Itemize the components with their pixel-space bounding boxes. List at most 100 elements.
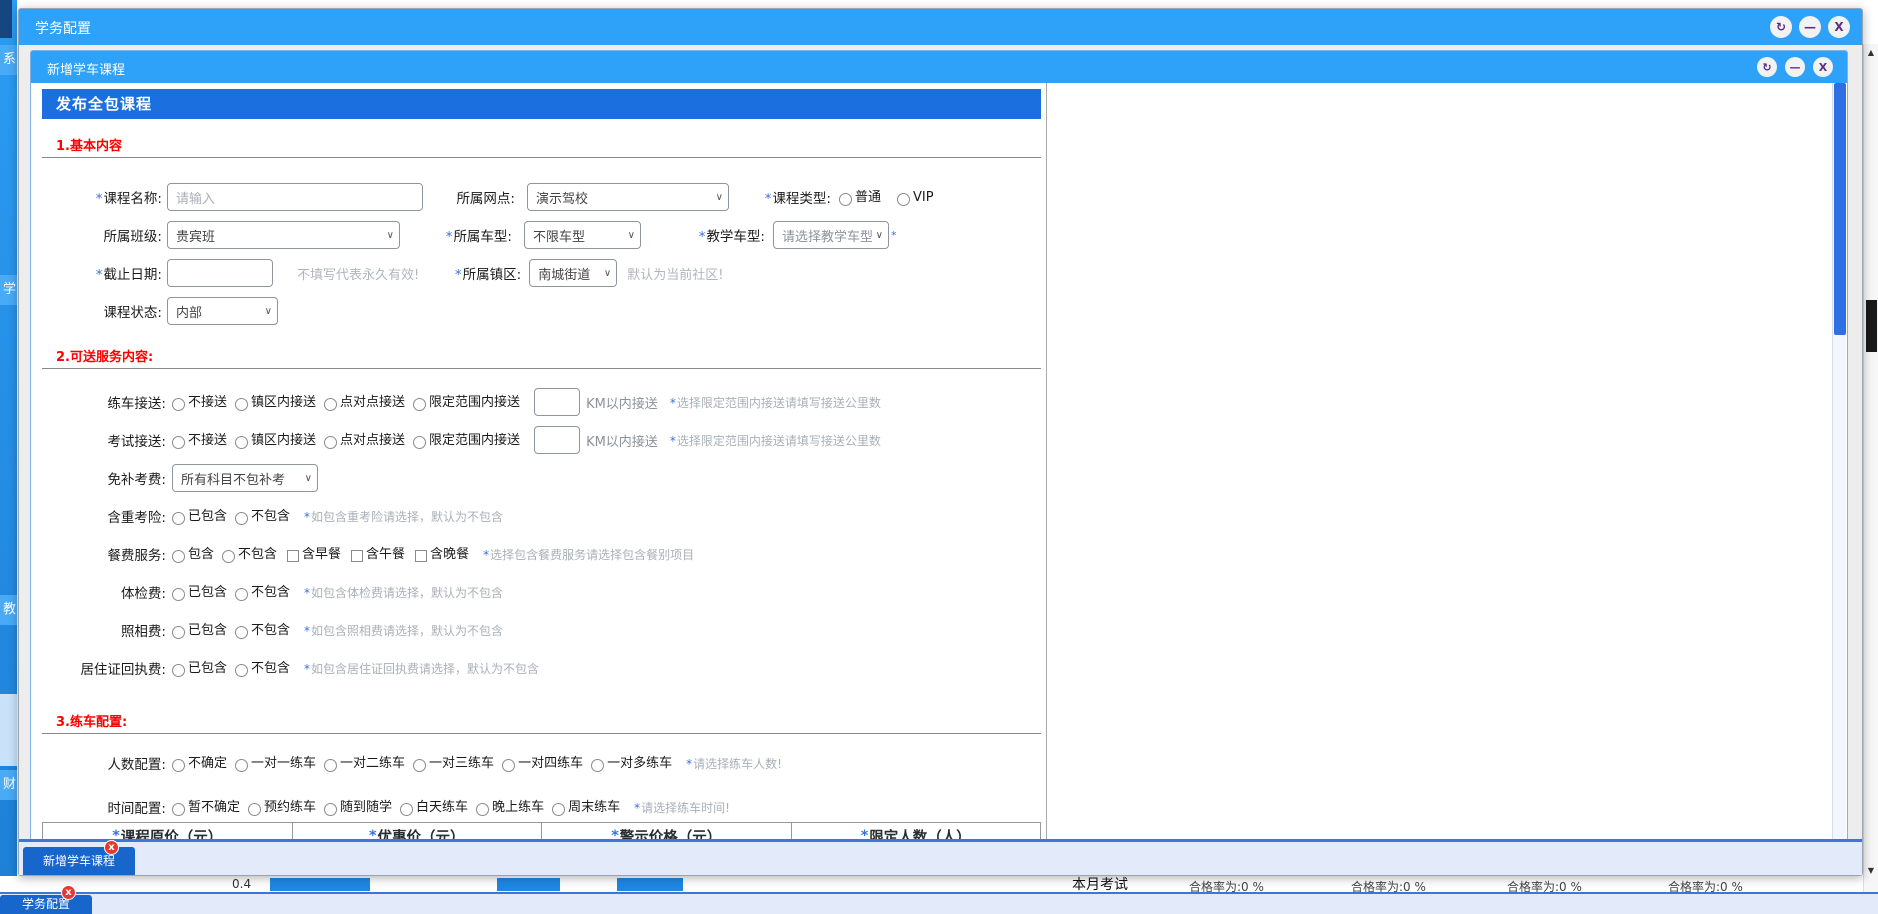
inner-titlebar[interactable]: 新增学车课程 ↻ — X: [31, 51, 1847, 83]
meal-check-dinner[interactable]: 含晚餐: [415, 546, 469, 563]
practice-pickup-radio-none[interactable]: 不接送: [172, 394, 227, 411]
course-type-radio-normal[interactable]: 普通: [839, 189, 881, 206]
people-radio-4[interactable]: 一对四练车: [502, 755, 583, 772]
inner-window-title: 新增学车课程: [47, 59, 125, 78]
photo-radio-included[interactable]: 已包含: [172, 622, 227, 639]
outer-close-button[interactable]: X: [1828, 16, 1850, 38]
scroll-down-icon[interactable]: ▼: [1864, 866, 1878, 875]
practice-pickup-radio-town[interactable]: 镇区内接送: [235, 394, 316, 411]
form-row-basic-2: 所属班级: 贵宾班∨ *所属车型: 不限车型∨ *教学车型: 请选择教学车型∨ …: [42, 220, 1046, 250]
people-radio-2[interactable]: 一对二练车: [324, 755, 405, 772]
exam-pickup-km-input[interactable]: [534, 426, 580, 454]
sidebar-item-academic[interactable]: 学: [0, 275, 17, 305]
form-row-time-config: 时间配置: 暂不确定 预约练车 随到随学 白天练车 晚上练车 周末练车 *请选择…: [42, 792, 1046, 822]
car-type-select[interactable]: 不限车型∨: [524, 221, 641, 249]
close-icon: x: [108, 842, 114, 853]
inner-minimize-button[interactable]: —: [1785, 57, 1805, 77]
tab-close-badge[interactable]: x: [104, 840, 119, 855]
radio-icon: [235, 398, 248, 411]
scroll-up-icon[interactable]: ▲: [1864, 48, 1878, 57]
inner-close-button[interactable]: X: [1813, 57, 1833, 77]
form-row-photo: 照相费: 已包含 不包含 *如包含照相费请选择，默认为不包含: [42, 615, 1046, 645]
tab-close-badge[interactable]: x: [61, 885, 76, 900]
radio-icon: [476, 803, 489, 816]
time-radio-4[interactable]: 晚上练车: [476, 799, 544, 816]
sidebar-item-label: 财: [3, 777, 16, 792]
retake-insurance-radio-included[interactable]: 已包含: [172, 508, 227, 525]
physical-radio-excluded[interactable]: 不包含: [235, 584, 290, 601]
branch-select[interactable]: 演示驾校∨: [527, 183, 729, 211]
price-table-header-discount: *优惠价（元）: [293, 823, 543, 839]
people-radio-3[interactable]: 一对三练车: [413, 755, 494, 772]
course-name-label: *课程名称:: [42, 187, 162, 207]
meal-radio-included[interactable]: 包含: [172, 546, 214, 563]
practice-pickup-radio-p2p[interactable]: 点对点接送: [324, 394, 405, 411]
practice-pickup-km-input[interactable]: [534, 388, 580, 416]
radio-icon: [172, 759, 185, 772]
taskbar-tab-academic-config[interactable]: 学务配置: [0, 895, 92, 914]
meal-check-lunch[interactable]: 含午餐: [351, 546, 405, 563]
sidebar-item-system[interactable]: 系: [0, 45, 17, 75]
district-select[interactable]: 南城街道∨: [529, 259, 617, 287]
sidebar-item-finance[interactable]: 财: [0, 770, 17, 800]
sidebar-item-label: 教: [3, 602, 16, 617]
retake-fee-select[interactable]: 所有科目不包补考∨: [172, 464, 318, 492]
time-radio-2[interactable]: 随到随学: [324, 799, 392, 816]
inner-refresh-button[interactable]: ↻: [1757, 57, 1777, 77]
meal-radio-excluded[interactable]: 不包含: [222, 546, 277, 563]
exam-pickup-radio-p2p[interactable]: 点对点接送: [324, 432, 405, 449]
outer-refresh-button[interactable]: ↻: [1770, 16, 1792, 38]
exam-pickup-label: 考试接送:: [42, 430, 166, 450]
physical-radio-included[interactable]: 已包含: [172, 584, 227, 601]
class-select[interactable]: 贵宾班∨: [167, 221, 400, 249]
form-row-residence: 居住证回执费: 已包含 不包含 *如包含居住证回执费请选择，默认为不包含: [42, 653, 1046, 683]
deadline-input[interactable]: [167, 259, 273, 287]
residence-radio-excluded[interactable]: 不包含: [235, 660, 290, 677]
people-radio-1[interactable]: 一对一练车: [235, 755, 316, 772]
sidebar-item-teaching[interactable]: 教: [0, 595, 17, 625]
price-table: *课程原价（元） *优惠价（元） *警示价格（元） *限定人数（人）: [42, 822, 1041, 839]
residence-radio-included[interactable]: 已包含: [172, 660, 227, 677]
time-radio-5[interactable]: 周末练车: [552, 799, 620, 816]
teach-car-select[interactable]: 请选择教学车型∨: [773, 221, 889, 249]
price-table-header-warning: *警示价格（元）: [542, 823, 792, 839]
course-type-radio-vip[interactable]: VIP: [897, 189, 934, 206]
page-scrollbar[interactable]: ▲ ▼: [1863, 44, 1878, 892]
branch-label: 所属网点:: [443, 187, 515, 207]
background-blue-bar: [617, 878, 683, 891]
dialog-scrollbar[interactable]: [1832, 83, 1846, 839]
meal-check-breakfast[interactable]: 含早餐: [287, 546, 341, 563]
page-taskbar: 学务配置: [0, 892, 1878, 914]
time-radio-0[interactable]: 暂不确定: [172, 799, 240, 816]
radio-icon: [413, 436, 426, 449]
radio-icon: [324, 398, 337, 411]
taskbar-tab-new-course[interactable]: 新增学车课程: [23, 847, 135, 875]
people-radio-0[interactable]: 不确定: [172, 755, 227, 772]
sidebar-header: [0, 0, 12, 38]
deadline-note: 不填写代表永久有效!: [297, 264, 419, 283]
retake-insurance-note: *如包含重考险请选择，默认为不包含: [304, 508, 503, 525]
course-name-input[interactable]: 请输入: [167, 183, 423, 211]
time-radio-1[interactable]: 预约练车: [248, 799, 316, 816]
exam-pickup-radio-range[interactable]: 限定范围内接送: [413, 432, 520, 449]
radio-icon: [235, 588, 248, 601]
page-scrollbar-thumb[interactable]: [1866, 300, 1877, 352]
retake-insurance-radio-excluded[interactable]: 不包含: [235, 508, 290, 525]
form-header-title: 发布全包课程: [56, 95, 152, 113]
chevron-down-icon: ∨: [387, 230, 394, 241]
dialog-scrollbar-thumb[interactable]: [1834, 83, 1846, 335]
form-row-practice-pickup: 练车接送: 不接送 镇区内接送 点对点接送 限定范围内接送 KM以内接送 *选择…: [42, 387, 1046, 417]
form-row-retake-insurance: 含重考险: 已包含 不包含 *如包含重考险请选择，默认为不包含: [42, 501, 1046, 531]
time-radio-3[interactable]: 白天练车: [400, 799, 468, 816]
people-radio-5[interactable]: 一对多练车: [591, 755, 672, 772]
section-divider: [42, 368, 1041, 369]
outer-minimize-button[interactable]: —: [1799, 16, 1821, 38]
exam-pickup-radio-none[interactable]: 不接送: [172, 432, 227, 449]
window-academic-config: 学务配置 ↻ — X 新增学车课程 ↻ — X 发布全包课程: [18, 8, 1863, 876]
status-select[interactable]: 内部∨: [167, 297, 278, 325]
exam-pickup-radio-town[interactable]: 镇区内接送: [235, 432, 316, 449]
section1-heading: 1.基本内容: [56, 135, 1046, 154]
photo-radio-excluded[interactable]: 不包含: [235, 622, 290, 639]
practice-pickup-radio-range[interactable]: 限定范围内接送: [413, 394, 520, 411]
outer-titlebar[interactable]: 学务配置 ↻ — X: [19, 9, 1862, 45]
